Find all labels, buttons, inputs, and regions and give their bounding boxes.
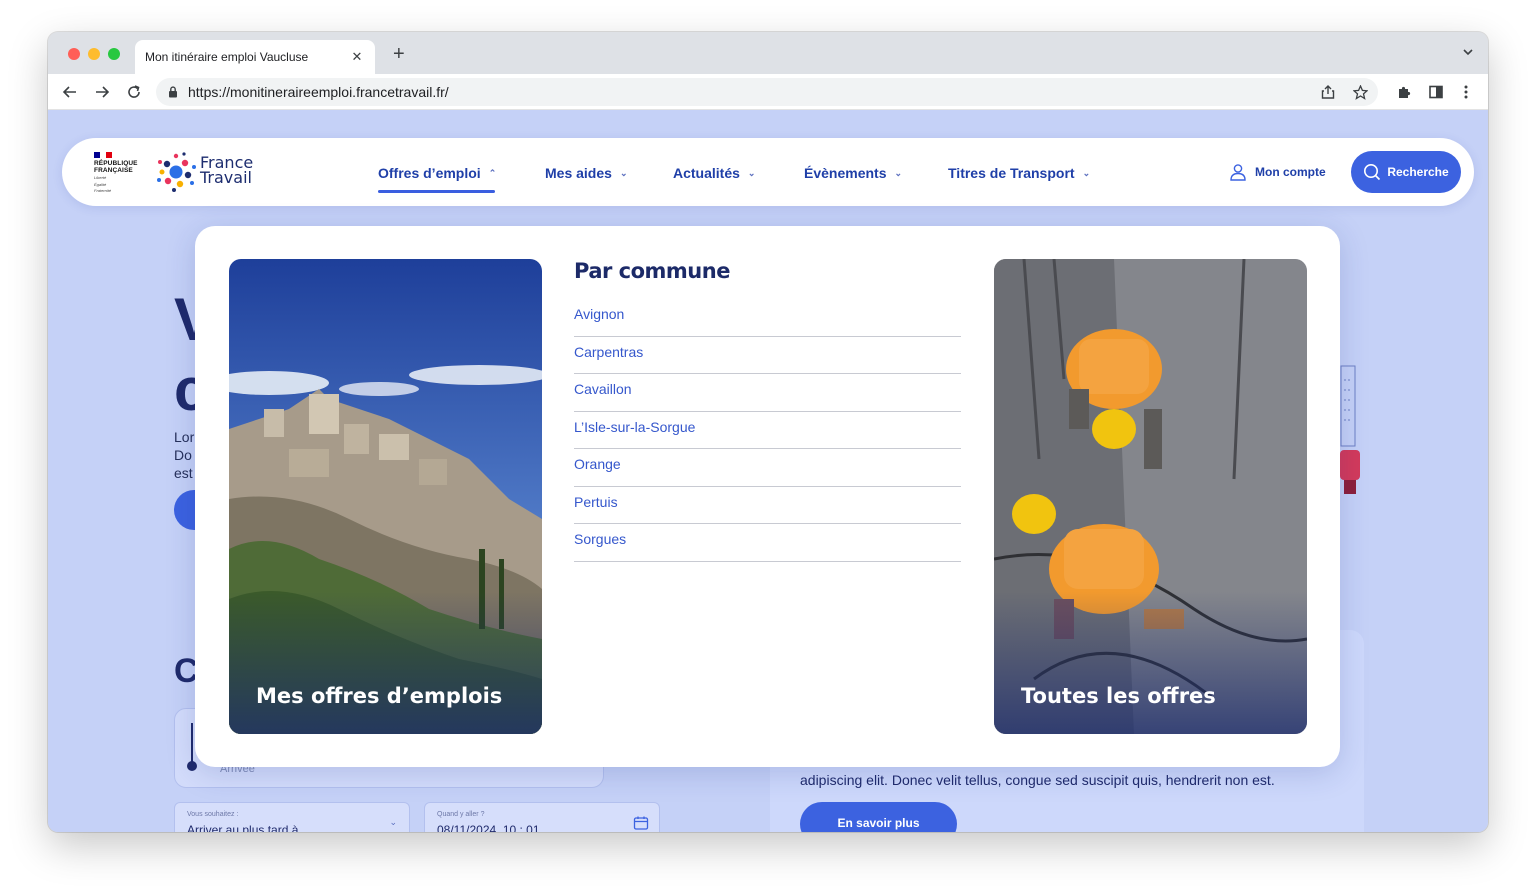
address-bar[interactable]: https://monitineraireemploi.francetravai… [156, 78, 1378, 106]
nav-label: Titres de Transport [948, 165, 1075, 181]
intro-text-line: Do [174, 447, 192, 463]
commune-heading: Par commune [574, 259, 730, 283]
nav-titres-transport[interactable]: Titres de Transport ⌄ [948, 165, 1090, 181]
info-card-text: adipiscing elit. Donec velit tellus, con… [800, 772, 1275, 788]
forward-arrow-icon[interactable] [92, 82, 112, 102]
nav-label: Mes aides [545, 165, 612, 181]
commune-link-carpentras[interactable]: Carpentras [574, 337, 961, 374]
nav-label: Offres d’emploi [378, 165, 481, 181]
browser-window: Mon itinéraire emploi Vaucluse ✕ + https… [48, 32, 1488, 832]
nav-label: Évènements [804, 165, 887, 181]
commune-link-orange[interactable]: Orange [574, 449, 961, 487]
intro-text-line: est [174, 465, 193, 481]
republique-francaise-logo: RÉPUBLIQUE FRANÇAISE Liberté Égalité Fra… [94, 152, 144, 194]
search-button-label: Recherche [1387, 165, 1449, 179]
site-header: RÉPUBLIQUE FRANÇAISE Liberté Égalité Fra… [62, 138, 1474, 206]
learn-more-button[interactable]: En savoir plus [800, 802, 957, 832]
user-icon [1230, 164, 1246, 181]
account-label: Mon compte [1255, 165, 1326, 179]
offres-emploi-mega-menu: Mes offres d’emplois Par commune Avignon… [195, 226, 1340, 767]
tab-search-chevron-icon[interactable] [1462, 46, 1474, 58]
illustration-fragment [1338, 360, 1360, 510]
date-field-label: Quand y aller ? [437, 811, 485, 818]
wish-select[interactable]: Vous souhaitez : Arriver au plus tard à … [174, 802, 410, 832]
url-text: https://monitineraireemploi.francetravai… [188, 84, 449, 100]
france-travail-logo-icon [157, 152, 196, 192]
maximize-window-button[interactable] [108, 48, 120, 60]
bookmark-star-icon[interactable] [1350, 82, 1370, 102]
chevron-down-icon: ⌄ [747, 167, 756, 178]
extensions-puzzle-icon[interactable] [1394, 82, 1414, 102]
nav-label: Actualités [673, 165, 740, 181]
commune-link-sorgues[interactable]: Sorgues [574, 524, 961, 562]
nav-mes-aides[interactable]: Mes aides ⌄ [545, 165, 627, 181]
village-photo [229, 259, 542, 734]
window-controls [68, 48, 120, 60]
wish-select-label: Vous souhaitez : [187, 811, 239, 818]
search-button[interactable]: Recherche [1351, 151, 1461, 193]
commune-link-pertuis[interactable]: Pertuis [574, 487, 961, 524]
chevron-down-icon: ⌄ [389, 817, 397, 827]
toutes-les-offres-card-label: Toutes les offres [1021, 684, 1216, 708]
commune-list: Par commune Avignon Carpentras Cavaillon… [574, 259, 961, 562]
browser-menu-icon[interactable] [1456, 82, 1476, 102]
mes-offres-card-label: Mes offres d’emplois [256, 684, 503, 708]
nav-offres-emploi[interactable]: Offres d’emploi ⌃ [378, 165, 496, 181]
commune-link-avignon[interactable]: Avignon [574, 299, 961, 337]
tab-title: Mon itinéraire emploi Vaucluse [145, 50, 309, 64]
side-panel-icon[interactable] [1426, 82, 1446, 102]
wish-select-value: Arriver au plus tard à [187, 823, 299, 832]
tab-close-icon[interactable]: ✕ [349, 49, 365, 65]
nav-actualites[interactable]: Actualités ⌄ [673, 165, 755, 181]
page-viewport: V c Lor Do est C Arrivée Vous souhaitez … [48, 110, 1488, 832]
nav-evenements[interactable]: Évènements ⌄ [804, 165, 902, 181]
chevron-down-icon: ⌄ [619, 167, 628, 178]
chevron-down-icon: ⌄ [894, 167, 903, 178]
lock-icon [169, 86, 177, 98]
workers-photo [994, 259, 1307, 734]
date-field-value: 08/11/2024, 10 : 01 [437, 823, 540, 832]
toutes-les-offres-card[interactable]: Toutes les offres [994, 259, 1307, 734]
browser-tab[interactable]: Mon itinéraire emploi Vaucluse ✕ [135, 40, 375, 74]
arrival-marker-icon [187, 761, 197, 771]
account-link[interactable]: Mon compte [1229, 163, 1326, 181]
commune-link-isle-sur-la-sorgue[interactable]: L’Isle-sur-la-Sorgue [574, 412, 961, 449]
intro-text-line: Lor [174, 429, 195, 445]
france-travail-wordmark[interactable]: France Travail [200, 155, 253, 186]
active-nav-indicator [378, 190, 495, 193]
tab-strip: Mon itinéraire emploi Vaucluse ✕ + [48, 32, 1488, 74]
calendar-icon[interactable] [633, 815, 649, 831]
date-time-field[interactable]: Quand y aller ? 08/11/2024, 10 : 01 [424, 802, 660, 832]
chevron-down-icon: ⌄ [1082, 167, 1091, 178]
chevron-up-icon: ⌃ [488, 167, 497, 178]
search-icon [1364, 164, 1381, 181]
commune-link-cavaillon[interactable]: Cavaillon [574, 374, 961, 412]
new-tab-icon[interactable]: + [393, 44, 405, 64]
reload-icon[interactable] [124, 82, 144, 102]
share-icon[interactable] [1318, 82, 1338, 102]
back-arrow-icon[interactable] [60, 82, 80, 102]
close-window-button[interactable] [68, 48, 80, 60]
minimize-window-button[interactable] [88, 48, 100, 60]
browser-toolbar: https://monitineraireemploi.francetravai… [48, 74, 1488, 110]
mes-offres-card[interactable]: Mes offres d’emplois [229, 259, 542, 734]
